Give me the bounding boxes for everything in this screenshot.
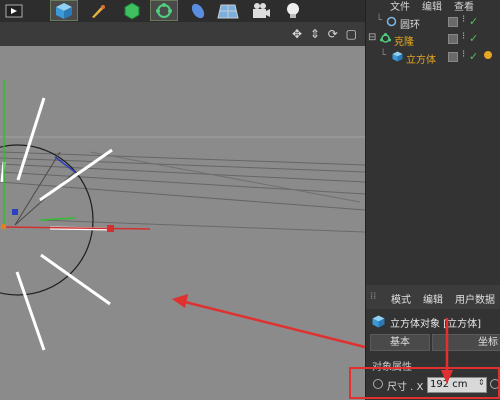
render-icon [5, 4, 23, 17]
cube-tool-button[interactable] [50, 0, 78, 21]
visibility-toggle[interactable] [448, 17, 458, 27]
enabled-check[interactable]: ✓ [469, 15, 478, 28]
circle-icon [386, 16, 397, 27]
object-row-cloner[interactable]: ⊟ 克隆 ⁝ ✓ [366, 31, 500, 48]
visibility-toggle[interactable] [448, 34, 458, 44]
visibility-toggle[interactable] [448, 52, 458, 62]
viewport-scene [0, 80, 365, 351]
attributes-menu: ⁞⁞ 模式 编辑 用户数据 [366, 285, 500, 309]
array-icon [156, 2, 172, 18]
enabled-check[interactable]: ✓ [469, 50, 478, 63]
cloner-icon [380, 33, 391, 43]
light-icon [287, 2, 299, 18]
helper-line [14, 151, 61, 226]
z-axis-handle [12, 209, 18, 215]
tab-coordinates[interactable]: 坐标 [432, 334, 500, 351]
3d-viewport[interactable]: ✥ ⇕ ⟳ ▢ [0, 22, 365, 400]
phong-tag-icon[interactable] [484, 51, 492, 59]
grid-line [0, 181, 365, 211]
helper-line [14, 171, 76, 226]
floor-tool-button[interactable] [214, 0, 242, 21]
layer-dots[interactable]: ⁝ [462, 31, 465, 42]
origin-handle [1, 224, 6, 229]
axis-handle [39, 217, 76, 221]
array-tool-button[interactable] [150, 0, 178, 21]
deformer-icon [191, 3, 205, 18]
main-toolbar [0, 0, 365, 23]
tab-basic[interactable]: 基本 [370, 334, 430, 351]
subdivision-tool-button[interactable] [118, 0, 146, 21]
cube-icon [56, 2, 72, 19]
menu-view[interactable]: 查看 [454, 0, 474, 13]
highlight-box [349, 367, 500, 399]
object-name: 圆环 [400, 20, 420, 31]
object-row-cube[interactable]: └ 立方体 ⁝ ✓ [366, 49, 500, 66]
object-row-circle[interactable]: └ 圆环 ⁝ ✓ [366, 14, 500, 31]
pen-tool-button[interactable] [84, 0, 112, 21]
camera-tool-button[interactable] [247, 0, 275, 21]
menu-edit[interactable]: 编辑 [423, 291, 443, 306]
subdivision-icon [124, 1, 140, 20]
x-axis-handle [107, 225, 114, 232]
menu-file[interactable]: 文件 [390, 0, 410, 13]
object-manager-menu: 文件 编辑 查看 [366, 0, 500, 13]
floor-icon [217, 4, 239, 18]
layer-dots[interactable]: ⁝ [462, 14, 465, 25]
deformer-tool-button[interactable] [184, 0, 212, 21]
cube-clone [16, 97, 46, 181]
layer-dots[interactable]: ⁝ [462, 49, 465, 60]
grid-line [89, 151, 361, 203]
x-axis [3, 226, 151, 230]
pen-icon [92, 4, 105, 18]
grid-line [39, 219, 365, 233]
cube-icon [392, 51, 403, 62]
cube-clone [40, 253, 111, 306]
cube-clone [15, 271, 46, 351]
enabled-check[interactable]: ✓ [469, 32, 478, 45]
render-button[interactable] [0, 0, 28, 21]
light-tool-button[interactable] [279, 0, 307, 21]
object-name: 立方体 [406, 55, 436, 66]
grid-line [0, 163, 365, 183]
object-name: 克隆 [394, 37, 414, 48]
menu-edit[interactable]: 编辑 [422, 0, 442, 13]
menu-mode[interactable]: 模式 [391, 291, 411, 306]
axis-handle [54, 156, 76, 173]
camera-icon [253, 2, 270, 18]
cube-icon [372, 315, 385, 328]
menu-user-data[interactable]: 用户数据 [455, 291, 495, 306]
object-title: 立方体对象 [立方体] [390, 319, 481, 330]
object-manager: 文件 编辑 查看 └ 圆环 ⁝ ✓ ⊟ 克隆 ⁝ ✓ └ 立方体 ⁝ ✓ [365, 0, 500, 285]
